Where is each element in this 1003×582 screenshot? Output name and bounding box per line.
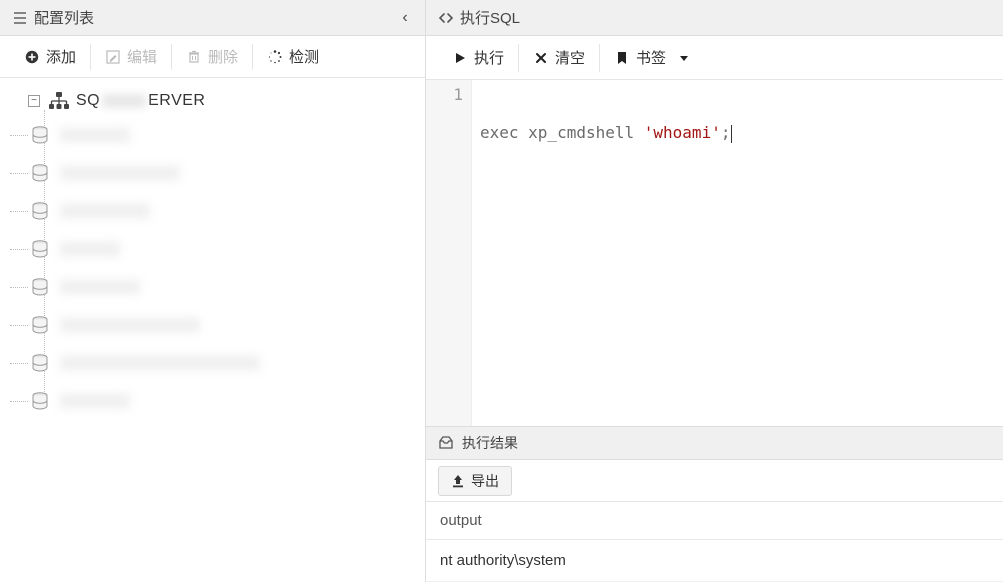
sitemap-icon [48,91,70,111]
config-toolbar: 添加 编辑 删除 检测 [0,36,425,78]
pencil-square-icon [105,49,121,65]
tree-db-node[interactable] [30,306,421,344]
edit-button[interactable]: 编辑 [91,44,172,70]
inbox-icon [438,435,454,451]
trash-icon [186,49,202,65]
tree-db-label [60,280,140,294]
result-grid: output nt authority\system [426,502,1003,582]
export-button-label: 导出 [471,471,499,491]
clear-button[interactable]: 清空 [519,44,600,72]
tree-db-node[interactable] [30,268,421,306]
result-toolbar: 导出 [426,460,1003,502]
caret-down-icon [676,50,692,66]
database-icon [30,163,52,183]
tree-server-label: SQERVER [76,92,205,110]
tree-db-node[interactable] [30,382,421,420]
text-cursor-icon [731,125,732,143]
tree-db-node[interactable] [30,344,421,382]
bookmark-button-label: 书签 [636,47,666,68]
database-icon [30,125,52,145]
run-button-label: 执行 [474,47,504,68]
editor-gutter: 1 [426,80,472,426]
bookmark-icon [614,50,630,66]
database-icon [30,239,52,259]
tree-db-label [60,128,130,142]
collapse-left-icon[interactable]: ‹ [397,9,413,27]
run-button[interactable]: 执行 [438,44,519,72]
close-icon [533,50,549,66]
tree-db-label [60,166,180,180]
editor-content[interactable]: exec xp_cmdshell 'whoami'; [472,80,740,426]
config-panel-title: 配置列表 [34,7,94,28]
tree-db-label [60,394,130,408]
export-button[interactable]: 导出 [438,466,512,496]
tree-db-label [60,318,200,332]
sql-panel-title: 执行SQL [460,7,520,28]
database-icon [30,353,52,373]
result-column-header: output [426,502,1003,540]
edit-button-label: 编辑 [127,46,157,67]
database-icon [30,277,52,297]
expander-minus-icon[interactable]: − [28,95,40,107]
delete-button[interactable]: 删除 [172,44,253,70]
list-icon [12,10,28,26]
sql-editor[interactable]: 1 exec xp_cmdshell 'whoami'; [426,80,1003,426]
result-panel-header: 执行结果 [426,426,1003,460]
line-number: 1 [430,84,463,106]
upload-icon [451,474,465,488]
sql-panel: 执行SQL 执行 清空 书签 1 [426,0,1003,582]
tree-db-label [60,356,260,370]
result-panel-title: 执行结果 [462,433,518,453]
database-icon [30,315,52,335]
clear-button-label: 清空 [555,47,585,68]
plus-circle-icon [24,49,40,65]
sql-toolbar: 执行 清空 书签 [426,36,1003,80]
tree-db-label [60,242,120,256]
play-icon [452,50,468,66]
code-line[interactable]: exec xp_cmdshell 'whoami'; [480,122,732,144]
bookmark-button[interactable]: 书签 [600,44,706,72]
test-button[interactable]: 检测 [253,44,333,70]
tree-db-node[interactable] [30,230,421,268]
tree-db-node[interactable] [30,154,421,192]
tree-db-node[interactable] [30,192,421,230]
add-button[interactable]: 添加 [10,44,91,70]
tree-db-label [60,204,150,218]
config-tree: − SQERVER [0,78,425,582]
config-panel: 配置列表 ‹ 添加 编辑 删除 检测 [0,0,426,582]
tree-db-node[interactable] [30,116,421,154]
database-icon [30,391,52,411]
add-button-label: 添加 [46,46,76,67]
sql-panel-header: 执行SQL [426,0,1003,36]
test-button-label: 检测 [289,46,319,67]
delete-button-label: 删除 [208,46,238,67]
spinner-icon [267,49,283,65]
tree-server-node[interactable]: − SQERVER [10,86,421,420]
code-icon [438,10,454,26]
database-icon [30,201,52,221]
result-row[interactable]: nt authority\system [426,540,1003,582]
config-panel-header: 配置列表 ‹ [0,0,425,36]
